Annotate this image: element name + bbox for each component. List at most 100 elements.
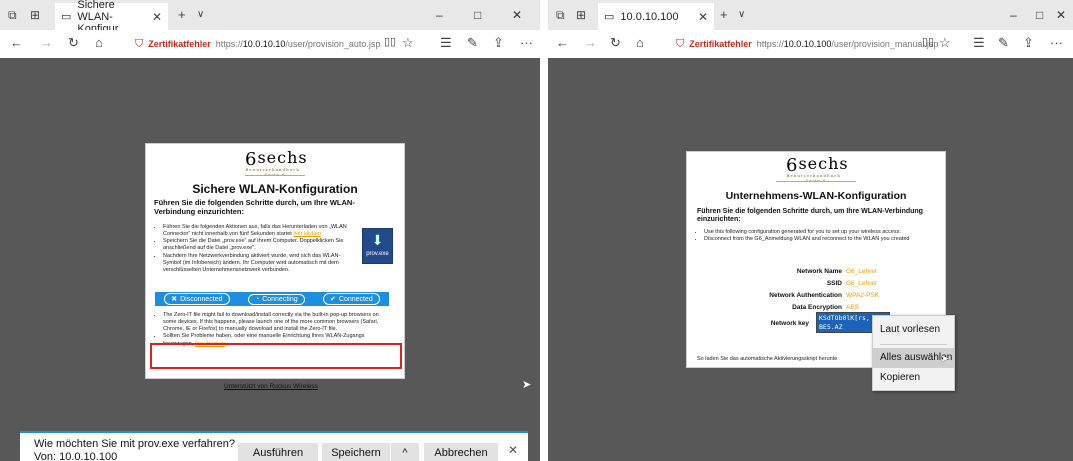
field-label: SSID bbox=[826, 280, 842, 287]
field-value: AES bbox=[846, 304, 860, 311]
list-item: Speichern Sie die Datei „prov.exe" auf I… bbox=[163, 238, 356, 252]
download-source: Von: 10.0.10.100 bbox=[34, 451, 118, 461]
browser-window-right: ⧉ ⊞ ▭ 10.0.10.100 ✕ + ∨ – □ ✕ ← → ↻ ⌂ ⛉ … bbox=[548, 0, 1073, 461]
list-item: Nachdem Ihre Netzwerkverbindung aktivier… bbox=[163, 253, 356, 274]
field-value: G6_Lehrer bbox=[846, 268, 878, 275]
refresh-icon[interactable]: ↻ bbox=[68, 35, 79, 51]
pen-icon[interactable]: ✎ bbox=[998, 35, 1009, 51]
page-title: Unternehmens-WLAN-Konfiguration bbox=[725, 190, 907, 202]
run-button[interactable]: Ausführen bbox=[238, 443, 318, 461]
more-icon[interactable]: ··· bbox=[520, 35, 533, 50]
shield-warning-icon: ⛉ bbox=[676, 37, 685, 50]
close-window-icon[interactable]: ✕ bbox=[512, 8, 522, 22]
home-icon[interactable]: ⌂ bbox=[95, 35, 103, 50]
minimize-icon[interactable]: – bbox=[436, 8, 443, 22]
mouse-cursor-icon: ➤ bbox=[522, 379, 532, 391]
favorites-hub-icon[interactable]: ☰ bbox=[440, 35, 452, 51]
download-script-text: So laden Sie das automatische Aktivierun… bbox=[697, 356, 838, 362]
close-download-icon[interactable]: ✕ bbox=[508, 443, 518, 457]
save-options-chevron-icon[interactable]: ^ bbox=[391, 443, 419, 461]
wifi-connected-icon: ✔ bbox=[330, 296, 336, 303]
page-title: Sichere WLAN-Konfiguration bbox=[192, 182, 358, 196]
prov-exe-button[interactable]: ⬇ prov.exe bbox=[362, 228, 393, 264]
click-here-link[interactable]: hier klicken bbox=[293, 231, 321, 237]
chevron-down-icon[interactable]: ∨ bbox=[738, 9, 745, 20]
logo-text: sechs bbox=[257, 148, 308, 167]
tab-list-icon[interactable]: ⧉ bbox=[8, 8, 17, 23]
menu-divider bbox=[880, 344, 947, 345]
logo-divider bbox=[245, 175, 305, 176]
favorite-star-icon[interactable]: ☆ bbox=[939, 35, 951, 51]
close-tab-icon[interactable]: ✕ bbox=[152, 10, 162, 24]
network-key-label-cell: Network key bbox=[687, 320, 809, 330]
highlight-box bbox=[150, 343, 402, 369]
field-network-name-label-cell: Network Name bbox=[687, 268, 842, 278]
forward-icon[interactable]: → bbox=[40, 35, 53, 50]
field-auth-value-cell: WPA2-PSK bbox=[846, 292, 936, 302]
tab-bar: ⧉ ⊞ ▭ 10.0.10.100 ✕ + ∨ – □ ✕ bbox=[548, 0, 1073, 30]
tab-title: 10.0.10.100 bbox=[620, 10, 679, 23]
save-button[interactable]: Speichern bbox=[322, 443, 390, 461]
address-bar-row: ← → ↻ ⌂ ⛉ Zertifikatfehler https://10.0.… bbox=[0, 30, 540, 58]
new-tab-icon[interactable]: + bbox=[720, 7, 728, 22]
steps-list: Use this following configuration generat… bbox=[697, 229, 937, 243]
maximize-icon[interactable]: □ bbox=[1036, 8, 1043, 22]
reading-view-icon[interactable]: ▯▯ bbox=[384, 35, 396, 48]
menu-item-copy[interactable]: Kopieren bbox=[873, 368, 954, 388]
logo-divider bbox=[776, 181, 856, 182]
forward-icon[interactable]: → bbox=[584, 35, 597, 50]
sechs-logo: 6sechs Benutzerhandbuch · Seite 6 bbox=[786, 154, 849, 183]
minimize-icon[interactable]: – bbox=[1010, 8, 1017, 22]
share-icon[interactable]: ⇪ bbox=[493, 35, 504, 51]
state-label: Connecting bbox=[262, 295, 298, 303]
connection-status-bar: ✖ Disconnected ◔ Connecting ✔ Connected bbox=[155, 292, 389, 306]
list-item: Disconnect from the G6_Anmeldung WLAN an… bbox=[704, 236, 937, 243]
reading-view-icon[interactable]: ▯▯ bbox=[922, 35, 934, 48]
pen-icon[interactable]: ✎ bbox=[467, 35, 478, 51]
back-icon[interactable]: ← bbox=[556, 35, 569, 50]
page-subtitle: Führen Sie die folgenden Schritte durch,… bbox=[154, 198, 355, 216]
close-window-icon[interactable]: ✕ bbox=[1056, 8, 1066, 22]
chevron-down-icon[interactable]: ∨ bbox=[197, 9, 204, 20]
back-icon[interactable]: ← bbox=[10, 35, 23, 50]
powered-by-link[interactable]: Unterstützt von Ruckus Wireless bbox=[224, 383, 318, 390]
share-icon[interactable]: ⇪ bbox=[1023, 35, 1034, 51]
list-item: Führen Sie die folgenden Aktionen aus, f… bbox=[163, 224, 356, 238]
url-field[interactable]: ⛉ Zertifikatfehler https://10.0.10.10/us… bbox=[135, 34, 380, 54]
wifi-off-icon: ✖ bbox=[171, 296, 178, 303]
close-tab-icon[interactable]: ✕ bbox=[698, 10, 708, 24]
favorites-hub-icon[interactable]: ☰ bbox=[973, 35, 985, 51]
home-icon[interactable]: ⌂ bbox=[636, 35, 644, 50]
favorite-star-icon[interactable]: ☆ bbox=[402, 35, 414, 51]
set-aside-tabs-icon[interactable]: ⊞ bbox=[30, 8, 40, 22]
tab-active[interactable]: ▭ 10.0.10.100 ✕ bbox=[598, 3, 714, 30]
tab-bar: ⧉ ⊞ ▭ Sichere WLAN-Konfigur ✕ + ∨ – □ ✕ bbox=[0, 0, 540, 35]
new-tab-icon[interactable]: + bbox=[178, 7, 186, 22]
cert-error-label[interactable]: Zertifikatfehler bbox=[689, 39, 752, 49]
set-aside-tabs-icon[interactable]: ⊞ bbox=[576, 8, 586, 22]
field-network-name-value-cell: G6_Lehrer bbox=[846, 268, 936, 278]
field-label: Network Name bbox=[796, 268, 842, 275]
url-field[interactable]: ⛉ Zertifikatfehler https://10.0.10.100/u… bbox=[676, 34, 938, 54]
url-host: 10.0.10.100 bbox=[783, 39, 832, 49]
cert-error-label[interactable]: Zertifikatfehler bbox=[148, 39, 211, 49]
field-label: Data Encryption bbox=[792, 304, 842, 311]
menu-item-read-aloud[interactable]: Laut vorlesen bbox=[873, 320, 954, 340]
page-content: 6sechs Benutzerhandbuch · Seite 6 Untern… bbox=[548, 58, 1073, 461]
prov-label: prov.exe bbox=[366, 251, 389, 257]
more-icon[interactable]: ··· bbox=[1050, 35, 1063, 50]
browser-window-left: ⧉ ⊞ ▭ Sichere WLAN-Konfigur ✕ + ∨ – □ ✕ … bbox=[0, 0, 540, 461]
url-path: /user/provision_auto.jsp bbox=[285, 39, 381, 49]
logo-text: sechs bbox=[798, 154, 849, 173]
address-bar-row: ← → ↻ ⌂ ⛉ Zertifikatfehler https://10.0.… bbox=[548, 30, 1073, 58]
window-divider bbox=[540, 0, 548, 461]
tab-list-icon[interactable]: ⧉ bbox=[556, 8, 565, 23]
download-question-text: Wie möchten Sie mit prov.exe verfahren? bbox=[34, 438, 235, 450]
page-subtitle: Führen Sie die folgenden Schritte durch,… bbox=[697, 208, 923, 224]
tab-active[interactable]: ▭ Sichere WLAN-Konfigur ✕ bbox=[55, 0, 168, 35]
mouse-cursor-icon: ➤ bbox=[940, 353, 950, 365]
cancel-button[interactable]: Abbrechen bbox=[424, 443, 498, 461]
download-bar: Wie möchten Sie mit prov.exe verfahren? … bbox=[20, 431, 528, 461]
maximize-icon[interactable]: □ bbox=[474, 8, 481, 22]
refresh-icon[interactable]: ↻ bbox=[610, 35, 621, 51]
